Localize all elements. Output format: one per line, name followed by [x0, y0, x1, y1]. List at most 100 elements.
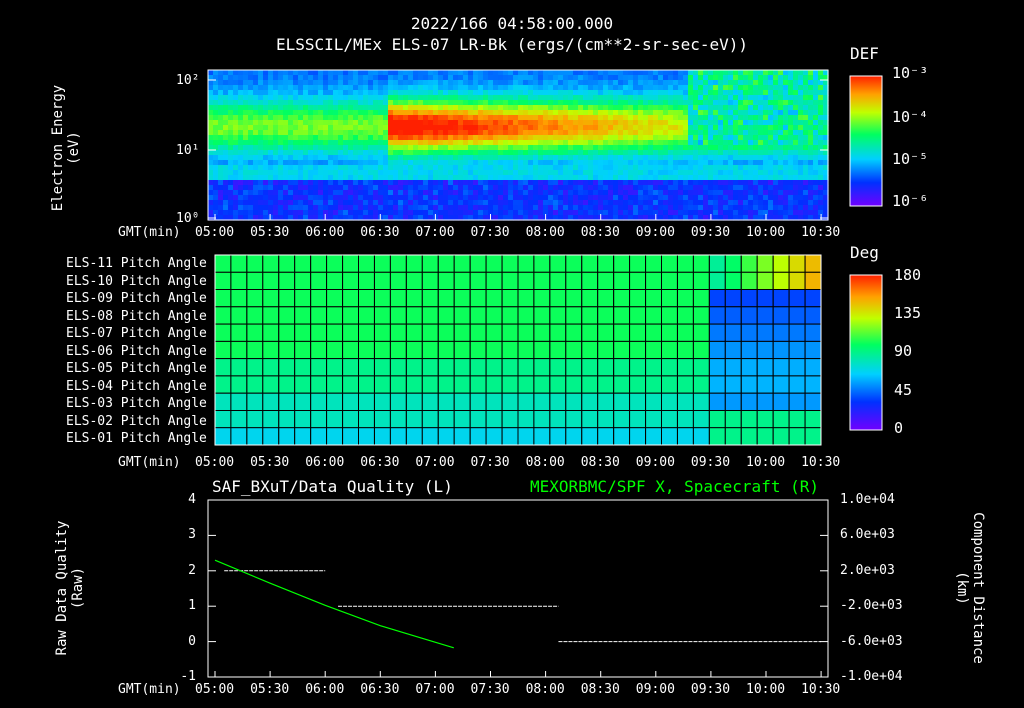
spectrogram-cell [703, 125, 709, 131]
spectrogram-cell [588, 195, 594, 201]
spectrogram-cell [618, 95, 624, 101]
spectrogram-cell [693, 125, 699, 131]
spectrogram-cell [288, 155, 294, 161]
spectrogram-cell [288, 145, 294, 151]
spectrogram-cell [388, 145, 394, 151]
spectrogram-cell [323, 150, 329, 156]
time-tick: 09:30 [690, 455, 731, 470]
spectrogram-cell [543, 105, 549, 111]
pitch-angle-cell [358, 254, 375, 273]
spectrogram-cell [513, 125, 519, 131]
spectrogram-cell [683, 130, 689, 136]
spectrogram-cell [443, 200, 449, 206]
spectrogram-cell [768, 185, 774, 191]
pitch-angle-cell [613, 306, 631, 325]
spectrogram-cell [498, 185, 504, 191]
spectrogram-cell [773, 205, 779, 211]
spectrogram-cell [733, 185, 739, 191]
spectrogram-cell [233, 155, 239, 161]
spectrogram-cell [503, 90, 509, 96]
spectrogram-cell [598, 190, 604, 196]
spectrogram-cell [553, 110, 559, 116]
spectrogram-cell [638, 155, 644, 161]
spectrogram-cell [558, 200, 564, 206]
spectrogram-cell [508, 95, 514, 101]
spectrogram-cell [263, 135, 269, 141]
spectrogram-cell [578, 120, 584, 126]
spectrogram-cell [218, 180, 224, 186]
spectrogram-cell [758, 190, 764, 196]
spectrogram-cell [448, 210, 454, 216]
spectrogram-cell [273, 80, 279, 86]
pitch-angle-row-label: ELS-06 Pitch Angle [66, 343, 207, 359]
spectrogram-cell [353, 205, 359, 211]
spectrogram-cell [563, 115, 569, 121]
spectrogram-cell [453, 90, 459, 96]
spectrogram-cell [288, 180, 294, 186]
pitch-angle-cell [262, 427, 280, 446]
spectrogram-cell [463, 180, 469, 186]
spectrogram-cell [383, 195, 389, 201]
spectrogram-cell [673, 105, 679, 111]
spectrogram-cell [698, 90, 704, 96]
spectrogram-cell [713, 145, 719, 151]
spectrogram-cell [708, 90, 714, 96]
spectrogram-cell [388, 100, 394, 106]
spectrogram-cell [333, 130, 339, 136]
spectrogram-cell [208, 135, 214, 141]
spectrogram-cell [468, 205, 474, 211]
spectrogram-cell [663, 175, 669, 181]
spectrogram-cell [398, 155, 404, 161]
spectrogram-cell [703, 95, 709, 101]
spectrogram-cell [693, 135, 699, 141]
pitch-angle-cell [517, 427, 535, 446]
spectrogram-cell [763, 185, 769, 191]
spectrogram-cell [278, 120, 284, 126]
spectrogram-cell [453, 200, 459, 206]
pitch-angle-cell [629, 392, 646, 412]
spectrogram-cell [283, 90, 289, 96]
spectrogram-cell [573, 95, 579, 101]
spectrogram-cell [418, 200, 424, 206]
spectrogram-cell [588, 85, 594, 91]
spectrogram-cell [548, 165, 554, 171]
spectrogram-cell [633, 145, 639, 151]
spectrogram-cell [253, 140, 259, 146]
spectrogram-cell [638, 90, 644, 96]
spectrogram-cell [538, 195, 544, 201]
spectrogram-cell [658, 70, 664, 76]
spectrogram-cell [383, 175, 389, 181]
spectrogram-cell [263, 80, 269, 86]
spectrogram-cell [788, 150, 794, 156]
spectrogram-cell [403, 130, 409, 136]
spectrogram-cell [318, 150, 324, 156]
spectrogram-cell [658, 75, 664, 81]
spectrogram-cell [798, 140, 804, 146]
spectrogram-cell [318, 205, 324, 211]
pitch-angle-cell [437, 271, 455, 291]
pitch-angle-cell [740, 358, 758, 377]
spectrogram-cell [263, 145, 269, 151]
spectrogram-cell [348, 80, 354, 86]
spectrogram-cell [413, 190, 419, 196]
spectrogram-cell [208, 210, 214, 216]
spectrogram-cell [603, 175, 609, 181]
spectrogram-cell [403, 185, 409, 191]
spectrogram-cell [568, 190, 574, 196]
spectrogram-cell [743, 95, 749, 101]
spectrogram-cell [673, 150, 679, 156]
spectrogram-cell [303, 85, 309, 91]
pitch-angle-cell [565, 427, 583, 446]
spectrogram-cell [258, 105, 264, 111]
spectrogram-cell [778, 165, 784, 171]
spectrogram-cell [208, 185, 214, 191]
spectrogram-cell [328, 200, 334, 206]
spectrogram-cell [328, 135, 334, 141]
time-tick: 05:00 [195, 225, 235, 240]
spectrogram-cell [678, 155, 684, 161]
spectrogram-cell [238, 90, 244, 96]
spectrogram-cell [713, 210, 719, 216]
spectrogram-cell [593, 190, 599, 196]
pitch-angle-cell [453, 410, 471, 429]
spectrogram-cell [463, 80, 469, 86]
